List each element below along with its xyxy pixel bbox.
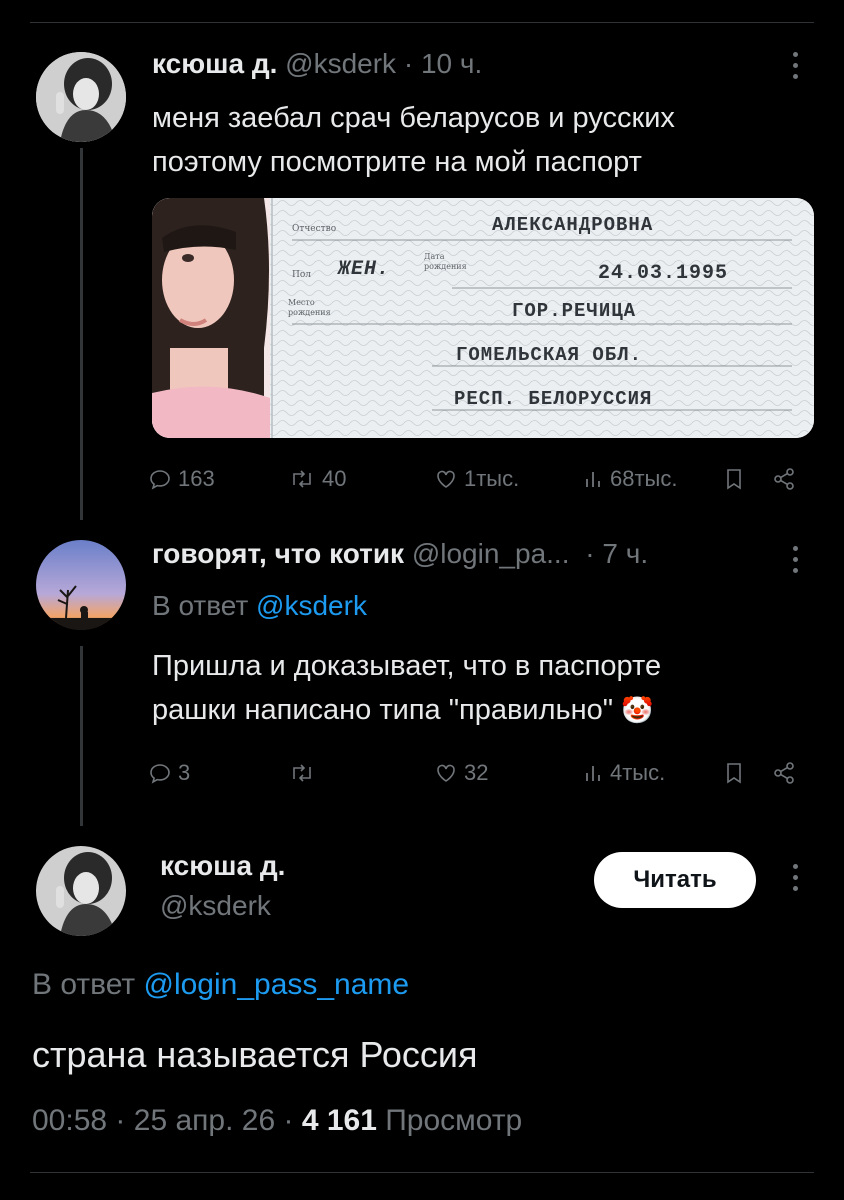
bookmark-icon [727, 469, 741, 490]
tweet-text-line: меня заебал срач беларусов и русских [152, 102, 675, 134]
clown-emoji-icon: 🤡 [621, 695, 654, 725]
tweet-header: ксюша д. @ksderk · 10 ч. [152, 48, 482, 80]
timestamp[interactable]: 10 ч. [421, 48, 482, 79]
tweet-text: страна называется Россия [32, 1034, 478, 1075]
author-name[interactable]: говорят, что котик [152, 538, 404, 569]
retweet-button[interactable]: 40 [288, 462, 346, 496]
retweet-icon [293, 470, 311, 488]
timestamp[interactable]: 00:58 [32, 1104, 107, 1137]
thread-connector [80, 646, 83, 826]
views-button[interactable]: 68тыс. [584, 462, 677, 496]
passport-city: ГОР.РЕЧИЦА [512, 300, 637, 322]
retweet-icon [293, 764, 311, 782]
author-handle[interactable]: @ksderk [285, 48, 396, 79]
share-button[interactable] [772, 756, 796, 790]
date[interactable]: 25 апр. 26 [134, 1104, 275, 1137]
avatar[interactable] [36, 52, 126, 142]
tweet-actions: 163 40 1тыс. 68тыс. [148, 462, 808, 496]
tweet-text: Пришла и доказывает, что в паспорте рашк… [152, 644, 661, 732]
tweet-text: меня заебал срач беларусов и русских поэ… [152, 96, 675, 184]
separator: · [585, 538, 595, 569]
views-icon [586, 766, 600, 781]
like-count: 32 [464, 760, 489, 785]
more-options-icon[interactable] [790, 864, 800, 897]
reply-context: В ответ @login_pass_name [32, 968, 409, 1002]
passport-region: ГОМЕЛЬСКАЯ ОБЛ. [456, 344, 643, 366]
retweet-button[interactable] [288, 756, 322, 790]
share-icon [774, 762, 794, 784]
like-button[interactable]: 1тыс. [434, 462, 519, 496]
separator: · [403, 48, 414, 79]
reply-icon [150, 764, 170, 784]
views-count: 68тыс. [610, 466, 678, 491]
reply-prefix: В ответ [152, 590, 249, 621]
views-count: 4тыс. [610, 760, 666, 785]
bottom-divider [30, 1172, 814, 1173]
author-name[interactable]: ксюша д. [152, 48, 277, 79]
more-options-icon[interactable] [790, 52, 800, 85]
reply-prefix: В ответ [32, 968, 136, 1001]
share-icon [774, 468, 794, 490]
reply-mention-link[interactable]: @ksderk [256, 590, 367, 621]
separator: · [115, 1104, 126, 1137]
author-handle[interactable]: @login_pa... [412, 538, 570, 569]
bookmark-icon [727, 763, 741, 784]
tweet-actions: 3 32 4тыс. [148, 756, 808, 790]
passport-patronymic: АЛЕКСАНДРОВНА [492, 214, 654, 236]
more-options-icon[interactable] [790, 546, 800, 579]
share-button[interactable] [772, 462, 796, 496]
passport-label: Отчество [292, 224, 337, 234]
reply-icon [150, 470, 170, 490]
reply-button[interactable]: 163 [148, 462, 215, 496]
reply-button[interactable]: 3 [148, 756, 190, 790]
views-label: Просмотр [385, 1104, 523, 1137]
retweet-count: 40 [322, 466, 347, 491]
passport-sex: ЖЕН. [338, 258, 391, 281]
views-count: 4 161 [301, 1104, 377, 1137]
bookmark-button[interactable] [724, 756, 744, 790]
thread-connector [80, 148, 83, 520]
reply-context: В ответ @ksderk [152, 590, 367, 622]
timestamp[interactable]: 7 ч. [602, 538, 648, 569]
passport-label: Дата рождения [424, 252, 467, 271]
heart-icon [437, 764, 455, 782]
author-name[interactable]: ксюша д. [160, 850, 285, 882]
tweet-text-line: поэтому посмотрите на мой паспорт [152, 146, 642, 178]
tweet-meta: 00:58 · 25 апр. 26 · 4 161 Просмотр [32, 1104, 522, 1138]
follow-button[interactable]: Читать [594, 852, 756, 908]
tweet-text-line: рашки написано типа "правильно" [152, 694, 614, 726]
top-divider [30, 22, 814, 23]
tweet-image-passport[interactable]: Отчество Пол Дата рождения Место рождени… [152, 198, 814, 438]
like-count: 1тыс. [464, 466, 520, 491]
views-icon [586, 472, 600, 487]
separator: · [283, 1104, 294, 1137]
reply-count: 163 [178, 466, 215, 491]
passport-country: РЕСП. БЕЛОРУССИЯ [454, 388, 653, 410]
tweet-text-line: Пришла и доказывает, что в паспорте [152, 650, 662, 682]
avatar[interactable] [36, 540, 126, 630]
tweet-header: говорят, что котик @login_pa... · 7 ч. [152, 538, 648, 570]
reply-mention-link[interactable]: @login_pass_name [143, 968, 409, 1001]
like-button[interactable]: 32 [434, 756, 488, 790]
author-handle[interactable]: @ksderk [160, 890, 271, 922]
views-button[interactable]: 4тыс. [584, 756, 665, 790]
bookmark-button[interactable] [724, 462, 744, 496]
passport-label: Место рождения [288, 298, 331, 317]
heart-icon [437, 470, 455, 488]
avatar[interactable] [36, 846, 126, 936]
passport-dob: 24.03.1995 [598, 262, 729, 285]
passport-label: Пол [292, 270, 311, 280]
reply-count: 3 [178, 760, 191, 785]
